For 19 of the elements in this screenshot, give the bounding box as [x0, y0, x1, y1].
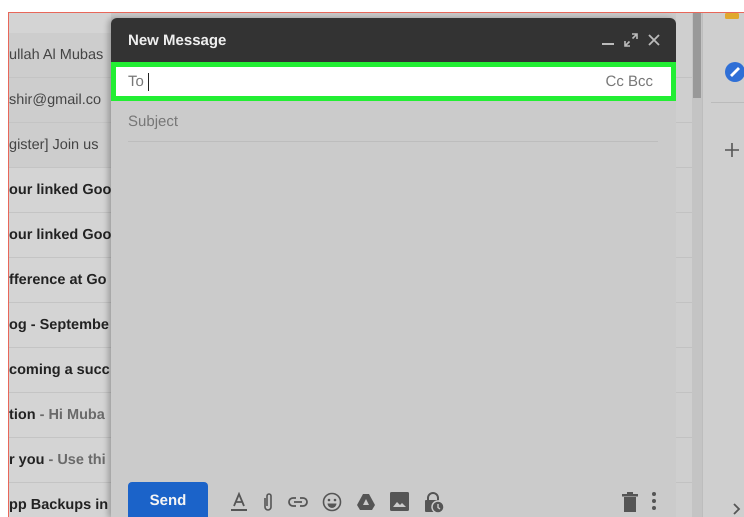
email-row[interactable]: our linked Goo [9, 182, 111, 198]
close-icon[interactable] [648, 34, 660, 46]
window-title: New Message [128, 32, 228, 48]
email-row[interactable]: our linked Goo [9, 227, 111, 243]
subject-field[interactable]: Subject [128, 101, 658, 142]
email-row[interactable]: pp Backups in [9, 497, 108, 513]
chevron-right-icon[interactable] [733, 503, 741, 515]
email-row[interactable]: fference at Go [9, 272, 106, 288]
to-field[interactable]: To Cc Bcc [111, 62, 676, 101]
expand-icon[interactable] [624, 33, 638, 47]
send-button[interactable]: Send [128, 482, 208, 517]
email-row[interactable]: og - Septembe [9, 317, 109, 333]
email-row[interactable]: r you - Use thi [9, 452, 106, 468]
scrollbar-thumb[interactable] [693, 13, 701, 98]
tasks-icon[interactable] [725, 62, 744, 82]
email-row[interactable]: tion - Hi Muba [9, 407, 105, 423]
email-row[interactable]: coming a succ [9, 362, 110, 378]
add-icon[interactable] [725, 143, 739, 157]
cc-bcc-link[interactable]: Cc Bcc [605, 73, 653, 90]
